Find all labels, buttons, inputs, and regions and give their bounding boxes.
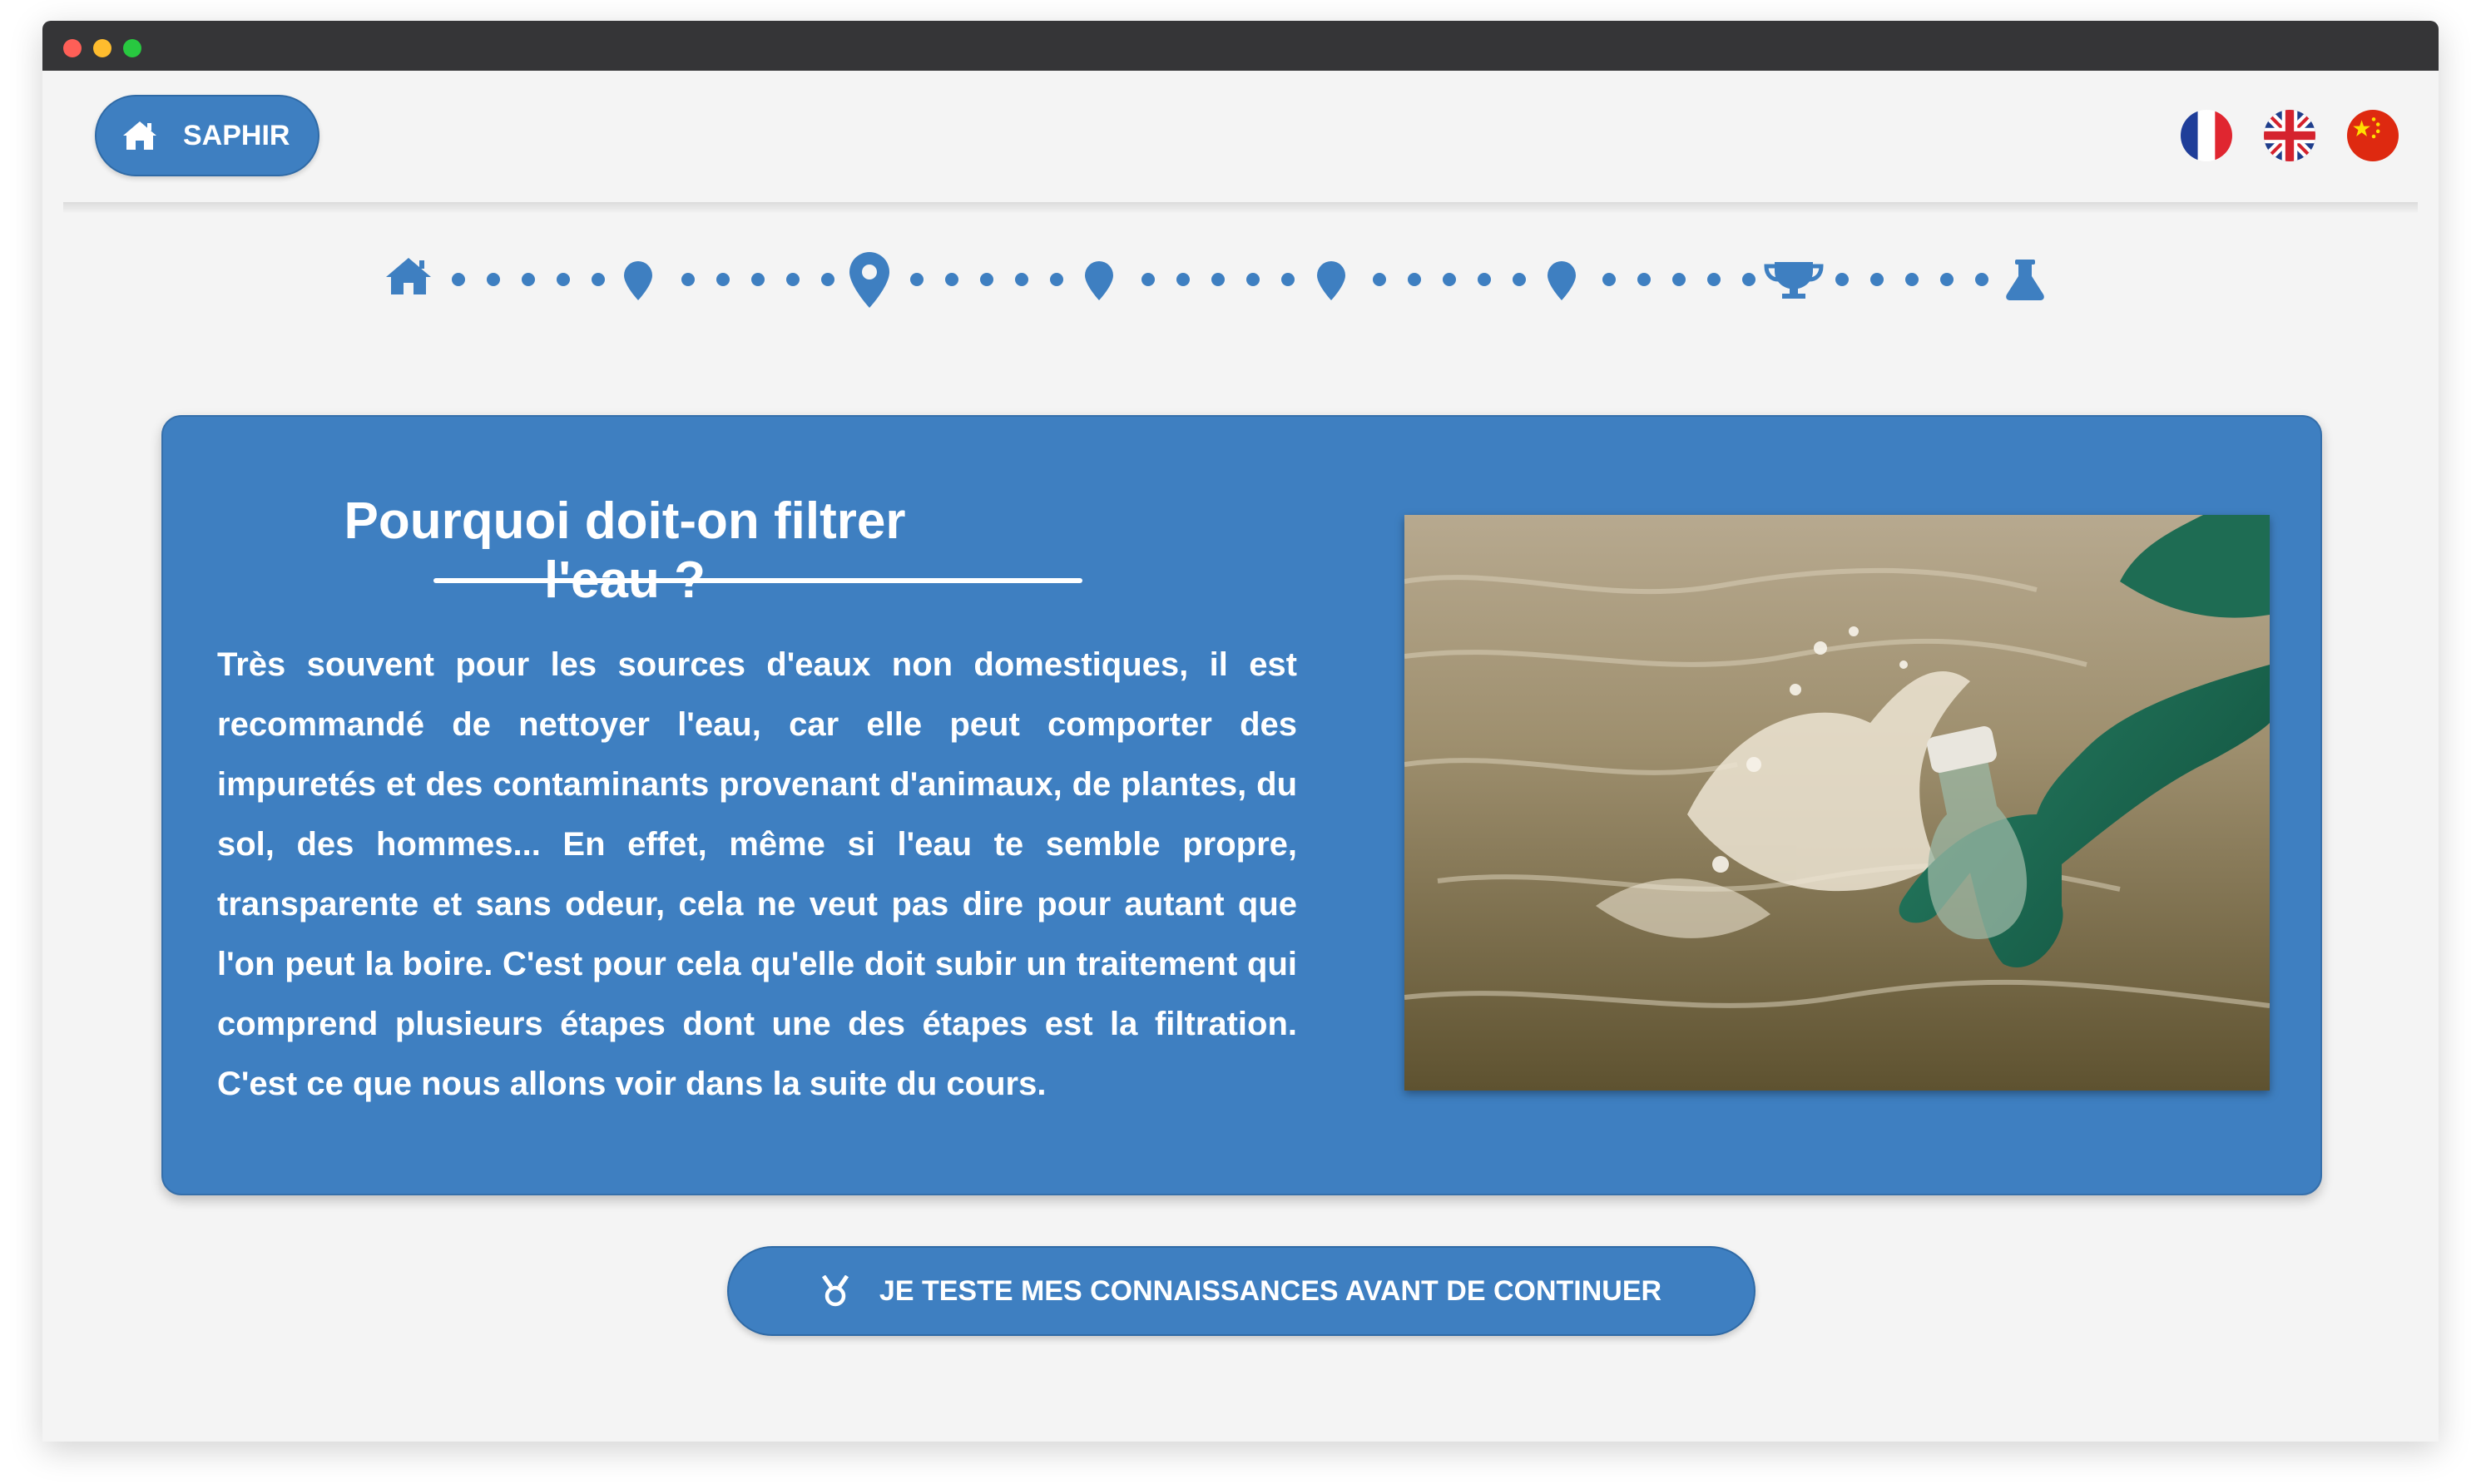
browser-window: SAPHIR Pourquoi doit-on filtrer l'eau ? … — [42, 21, 2439, 1442]
progress-dots-2 — [681, 273, 834, 286]
flag-fr-icon[interactable] — [2181, 110, 2232, 161]
progress-dots-7 — [1835, 273, 1988, 286]
knowledge-test-label: JE TESTE MES CONNAISSANCES AVANT DE CONT… — [879, 1274, 1662, 1307]
top-header — [42, 71, 2439, 204]
maximize-window-button[interactable] — [123, 39, 141, 57]
progress-dots-6 — [1602, 273, 1756, 286]
progress-dots-5 — [1373, 273, 1526, 286]
flag-cn-icon[interactable] — [2347, 110, 2399, 161]
map-marker-icon[interactable] — [1548, 261, 1576, 300]
home-step-icon[interactable] — [386, 258, 431, 294]
map-marker-icon[interactable] — [624, 261, 652, 300]
progress-dots-3 — [910, 273, 1063, 286]
water-sampling-image — [1404, 515, 2270, 1091]
flask-icon[interactable] — [2006, 260, 2044, 300]
home-icon — [123, 121, 156, 150]
window-titlebar — [42, 21, 2439, 71]
home-button-label: SAPHIR — [183, 119, 290, 151]
medal-icon — [821, 1275, 849, 1307]
progress-dots-1 — [452, 273, 605, 286]
flag-uk-icon[interactable] — [2264, 110, 2315, 161]
map-marker-icon-current[interactable] — [849, 252, 889, 308]
lesson-body-text: Très souvent pour les sources d'eaux non… — [217, 646, 1297, 1102]
home-button[interactable]: SAPHIR — [95, 95, 319, 176]
knowledge-test-button[interactable]: JE TESTE MES CONNAISSANCES AVANT DE CONT… — [727, 1246, 1756, 1336]
map-marker-icon[interactable] — [1085, 261, 1113, 300]
minimize-window-button[interactable] — [93, 39, 111, 57]
language-switcher — [2181, 110, 2399, 161]
lesson-card: Pourquoi doit-on filtrer l'eau ? Très so… — [161, 415, 2322, 1195]
lesson-title: Pourquoi doit-on filtrer l'eau ? — [344, 492, 906, 609]
trophy-icon[interactable] — [1764, 262, 1824, 299]
close-window-button[interactable] — [63, 39, 82, 57]
header-divider — [63, 202, 2418, 214]
title-underline — [433, 578, 1082, 583]
map-marker-icon[interactable] — [1317, 261, 1345, 300]
course-progress-track — [42, 241, 2439, 308]
progress-dots-4 — [1141, 273, 1295, 286]
